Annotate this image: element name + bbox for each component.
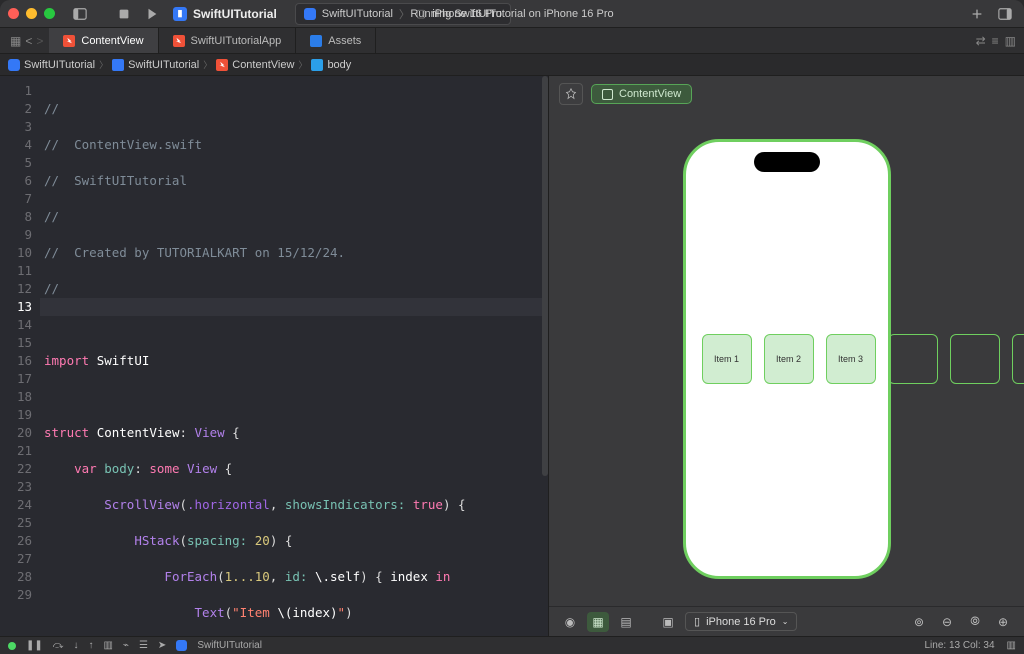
preview-selector-chip[interactable]: ContentView <box>591 84 692 104</box>
preview-item: Item 3 <box>826 334 876 384</box>
zoom-fit-button[interactable]: ⊚ <box>908 612 930 632</box>
simulator-device-frame: Item 1 Item 2 Item 3 <box>683 139 891 579</box>
toggle-navigator-button[interactable] <box>69 4 91 24</box>
step-over-icon[interactable]: ⤼ <box>53 640 64 651</box>
chevron-icon: 〉 <box>203 58 212 71</box>
preview-item <box>888 334 938 384</box>
zoom-out-button[interactable]: ⊖ <box>936 612 958 632</box>
breadcrumb-symbol[interactable]: body <box>327 59 351 71</box>
line-gutter: 1234567891011121314151617181920212223242… <box>0 76 40 636</box>
chevron-down-icon: ⌄ <box>782 617 789 626</box>
swift-file-icon <box>173 35 185 47</box>
code-area[interactable]: // // ContentView.swift // SwiftUITutori… <box>40 76 548 636</box>
device-notch <box>754 152 820 172</box>
device-settings-button[interactable]: ▣ <box>657 612 679 632</box>
preview-canvas[interactable]: Item 1 Item 2 Item 3 <box>549 112 1024 606</box>
breadcrumb-file[interactable]: ContentView <box>232 59 294 71</box>
assets-icon <box>310 35 322 47</box>
breadcrumb-folder[interactable]: SwiftUITutorial <box>128 59 199 71</box>
debug-memory-icon[interactable]: ⌁ <box>123 640 129 651</box>
adjust-editor-icon[interactable]: ≡ <box>992 34 999 48</box>
editor-tabbar: ▦ < > ContentView SwiftUITutorialApp Ass… <box>0 28 1024 54</box>
nav-back-button[interactable]: < <box>25 34 32 48</box>
swift-file-icon <box>216 59 228 71</box>
toggle-inspector-button[interactable] <box>994 4 1016 24</box>
breadcrumb-project[interactable]: SwiftUITutorial <box>24 59 95 71</box>
debug-view-icon[interactable]: ▥ <box>103 640 112 651</box>
zoom-actual-button[interactable]: ⦾ <box>964 612 986 632</box>
tab-swiftuitutorialapp[interactable]: SwiftUITutorialApp <box>159 28 297 53</box>
preview-device-selector[interactable]: ▯ iPhone 16 Pro ⌄ <box>685 612 797 631</box>
scheme-separator: 〉 <box>399 6 410 22</box>
status-bar: ❚❚ ⤼ ↓ ↑ ▥ ⌁ ☰ ➤ SwiftUITutorial Line: 1… <box>0 636 1024 654</box>
live-preview-button[interactable]: ◉ <box>559 612 581 632</box>
source-editor[interactable]: 1234567891011121314151617181920212223242… <box>0 76 548 636</box>
run-button[interactable] <box>141 4 163 24</box>
preview-item <box>950 334 1000 384</box>
build-status-indicator <box>8 642 16 650</box>
property-icon <box>311 59 323 71</box>
swift-file-icon <box>63 35 75 47</box>
project-title: ▮ SwiftUITutorial <box>173 7 277 21</box>
close-window-button[interactable] <box>8 8 19 19</box>
preview-item <box>1012 334 1024 384</box>
app-icon: ▮ <box>173 7 187 21</box>
scheme-app-icon <box>304 8 316 20</box>
nav-forward-button[interactable]: > <box>36 34 43 48</box>
zoom-in-button[interactable]: ⊕ <box>992 612 1014 632</box>
debug-hierarchy-icon[interactable]: ☰ <box>139 640 148 651</box>
tab-contentview[interactable]: ContentView <box>49 28 158 53</box>
tab-assets[interactable]: Assets <box>296 28 376 53</box>
tab-label: Assets <box>328 35 361 47</box>
jump-bar[interactable]: SwiftUITutorial 〉 SwiftUITutorial 〉 Cont… <box>0 54 1024 76</box>
canvas-toolbar: ◉ ▦ ▤ ▣ ▯ iPhone 16 Pro ⌄ ⊚ ⊖ ⦾ ⊕ <box>549 606 1024 636</box>
canvas-toggle-icon[interactable]: ▥ <box>1005 34 1016 48</box>
project-icon <box>8 59 20 71</box>
minimize-window-button[interactable] <box>26 8 37 19</box>
pause-icon[interactable]: ❚❚ <box>26 640 43 651</box>
debug-target-label: SwiftUITutorial <box>197 640 262 651</box>
debug-location-icon[interactable]: ➤ <box>158 640 166 651</box>
step-out-icon[interactable]: ↑ <box>88 640 93 651</box>
preview-chip-label: ContentView <box>619 88 681 100</box>
preview-device-label: iPhone 16 Pro <box>706 616 776 628</box>
window-controls <box>8 8 55 19</box>
step-into-icon[interactable]: ↓ <box>73 640 78 651</box>
folder-icon <box>112 59 124 71</box>
preview-canvas-pane: ContentView Item 1 Item 2 Item 3 ◉ ▦ ▤ <box>548 76 1024 636</box>
cursor-line-label: Line: 13 Col: 34 <box>924 640 994 651</box>
preview-item: Item 1 <box>702 334 752 384</box>
activity-status: Running SwiftUITutorial on iPhone 16 Pro <box>410 8 613 20</box>
selectable-preview-button[interactable]: ▦ <box>587 612 609 632</box>
window-titlebar: ▮ SwiftUITutorial SwiftUITutorial 〉 ▢ iP… <box>0 0 1024 28</box>
chevron-icon: 〉 <box>298 58 307 71</box>
toggle-debug-area-icon[interactable]: ▥ <box>1007 640 1016 651</box>
chevron-icon: 〉 <box>99 58 108 71</box>
add-tab-button[interactable] <box>966 4 988 24</box>
preview-hstack: Item 1 Item 2 Item 3 <box>702 334 1024 384</box>
stop-button[interactable] <box>113 4 135 24</box>
preview-item: Item 2 <box>764 334 814 384</box>
variants-button[interactable]: ▤ <box>615 612 637 632</box>
review-changes-icon[interactable]: ⇄ <box>976 34 986 48</box>
tab-label: SwiftUITutorialApp <box>191 35 282 47</box>
device-outline-icon: ▯ <box>694 615 700 628</box>
preview-cube-icon <box>602 89 613 100</box>
scheme-name: SwiftUITutorial <box>322 8 393 20</box>
target-app-icon <box>176 640 187 651</box>
pin-preview-button[interactable] <box>559 83 583 105</box>
project-name-label: SwiftUITutorial <box>193 7 277 21</box>
navigator-grid-icon[interactable]: ▦ <box>10 34 21 48</box>
zoom-window-button[interactable] <box>44 8 55 19</box>
tab-label: ContentView <box>81 35 143 47</box>
